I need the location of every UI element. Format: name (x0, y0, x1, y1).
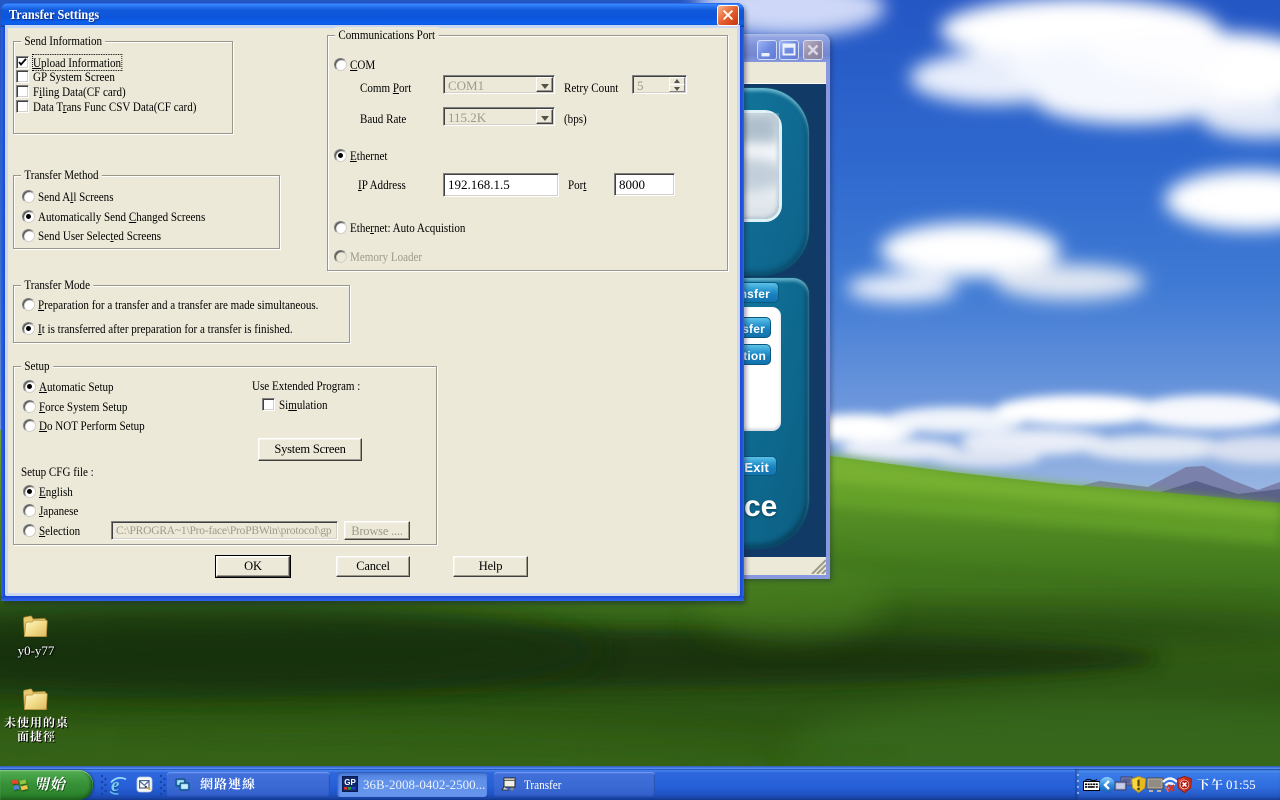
svg-text:GP: GP (344, 778, 356, 787)
